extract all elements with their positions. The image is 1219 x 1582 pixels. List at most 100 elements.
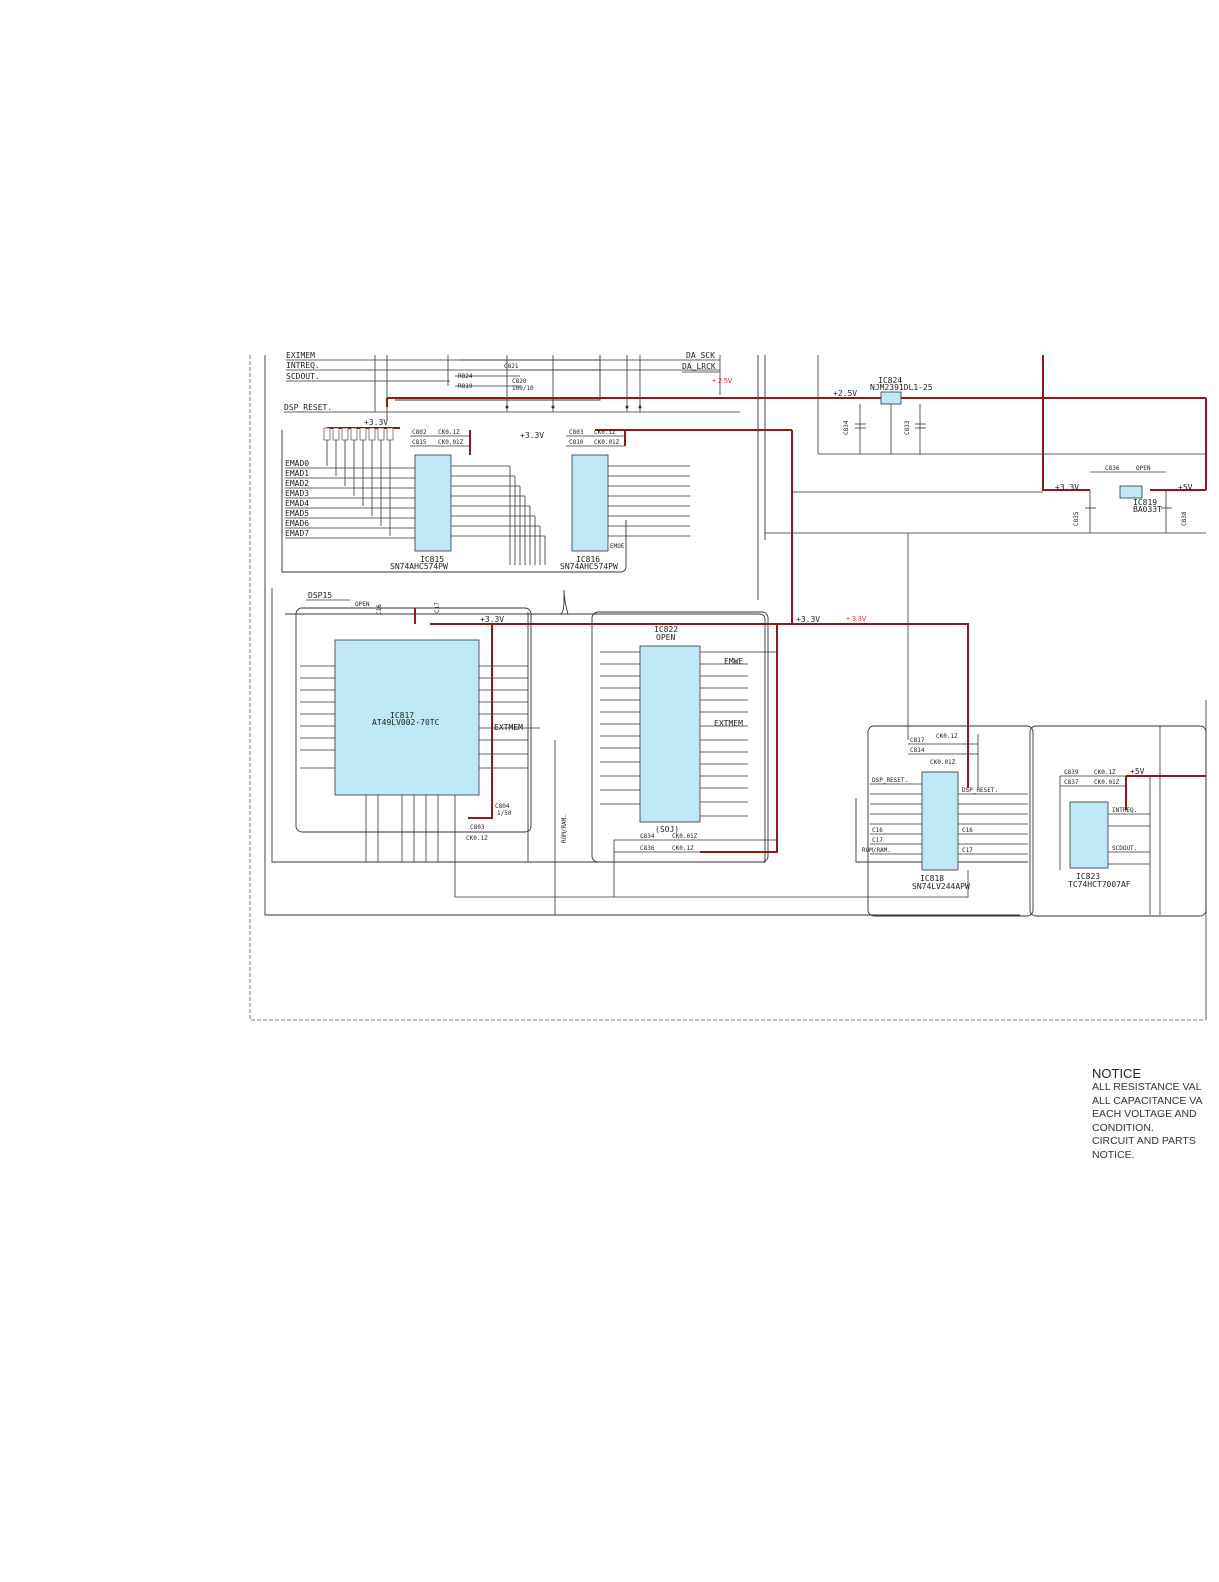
ic823-chip: IC823 TC74HCT7007AF C839 CK0.1Z C837 CK0… (1059, 769, 1150, 889)
svg-text:100/10: 100/10 (512, 385, 534, 392)
decoupling-caps-top: C802 CK0.1Z C815 CK0.01Z C803 CK0.1Z C81… (410, 429, 626, 447)
svg-text:OPEN: OPEN (355, 601, 370, 608)
svg-text:EMAD0: EMAD0 (285, 459, 309, 468)
svg-text:C16: C16 (376, 604, 383, 615)
svg-text:OPEN: OPEN (656, 633, 675, 642)
svg-text:SN74AHC574PW: SN74AHC574PW (560, 562, 618, 571)
rail-label-3v3-red: + 3.3V (846, 616, 867, 623)
svg-text:EMOE: EMOE (610, 543, 625, 550)
svg-text:BA033T: BA033T (1133, 505, 1162, 514)
svg-text:EMAD5: EMAD5 (285, 509, 309, 518)
svg-text:CK0.1Z: CK0.1Z (1094, 769, 1116, 776)
svg-text:CK0.01Z: CK0.01Z (438, 439, 464, 446)
svg-text:SN74LV244APW: SN74LV244APW (912, 882, 970, 891)
net-rom-ram-v: ROM/RAM. (561, 814, 568, 843)
regulator-ic819: IC819 BA033T C836 OPEN C835 C838 (765, 465, 1206, 534)
svg-text:C835: C835 (1073, 511, 1080, 526)
svg-text:C804: C804 (495, 803, 510, 810)
svg-text:CK0.01Z: CK0.01Z (1094, 779, 1120, 786)
rail-label-3v3-a: +3.3V (364, 418, 388, 427)
svg-text:CK0.01Z: CK0.01Z (672, 833, 698, 840)
net-dsp15: DSP15 (308, 591, 332, 600)
net-extmem-b: EXTMEM (714, 719, 743, 728)
svg-text:C17: C17 (434, 602, 441, 613)
svg-text:C837: C837 (1064, 779, 1079, 786)
svg-text:C16: C16 (872, 827, 883, 834)
rail-label-2v5: +2.5V (833, 389, 857, 398)
svg-text:C834: C834 (640, 833, 655, 840)
net-da-lrck: DA_LRCK (682, 362, 716, 371)
net-intreq: INTREQ. (286, 361, 320, 370)
resistor-array-emad (323, 427, 394, 536)
svg-text:C821: C821 (504, 363, 519, 370)
notice-line: ALL RESISTANCE VAL (1092, 1081, 1202, 1093)
notice-line: EACH VOLTAGE AND (1092, 1108, 1197, 1120)
ic815-chip: IC815 SN74AHC574PW (390, 454, 452, 571)
ic822-left-pins (600, 651, 640, 805)
notice-line: CIRCUIT AND PARTS (1092, 1135, 1196, 1147)
svg-text:CK0.1Z: CK0.1Z (466, 835, 488, 842)
svg-text:EMAD6: EMAD6 (285, 519, 309, 528)
svg-text:C814: C814 (910, 747, 925, 754)
rail-label-5v-b: +5V (1130, 767, 1145, 776)
svg-text:C820: C820 (512, 378, 527, 385)
ic817-bottom-bus (365, 795, 439, 862)
ic818-out-dsp-reset: DSP_RESET. (962, 787, 998, 794)
svg-text:C836: C836 (640, 845, 655, 852)
net-dsp-reset: DSP_RESET. (284, 403, 332, 412)
svg-text:1/50: 1/50 (497, 810, 512, 817)
schematic-diagram: EXIMEM INTREQ. SCDOUT. DSP_RESET. C821 C… (249, 351, 1207, 1021)
svg-text:C17: C17 (872, 837, 883, 844)
net-scdout: SCDOUT. (286, 372, 320, 381)
svg-text:R819: R819 (458, 383, 473, 390)
svg-text:C810: C810 (569, 439, 584, 446)
svg-text:EMAD2: EMAD2 (285, 479, 309, 488)
svg-text:CK0.1Z: CK0.1Z (672, 845, 694, 852)
regulator-ic824: IC824 NJM2391DL1-25 C834 C833 (817, 355, 1206, 455)
ic822-sram-chip: IC822 OPEN (SOJ) (639, 625, 701, 834)
rail-label-5v-a: +5V (1178, 483, 1193, 492)
svg-text:CK0.1Z: CK0.1Z (936, 733, 958, 740)
svg-text:C838: C838 (1181, 511, 1188, 526)
svg-text:EMAD3: EMAD3 (285, 489, 309, 498)
svg-text:CK0.1Z: CK0.1Z (438, 429, 460, 436)
ic823-scdout: SCDOUT. (1112, 845, 1137, 852)
svg-text:C803: C803 (470, 824, 485, 831)
notice-block: NOTICE ALL RESISTANCE VAL ALL CAPACITANC… (1092, 1066, 1219, 1162)
svg-text:C834: C834 (843, 420, 850, 435)
resistor-cluster-top: C821 C820 100/10 R824 R819 (455, 359, 720, 392)
rail-label-3v3-e: +3.3V (796, 615, 820, 624)
sram-decoupling: C834 CK0.01Z C836 CK0.1Z (613, 833, 777, 897)
svg-text:AT49LV002-70TC: AT49LV002-70TC (372, 718, 440, 727)
notice-line: ALL CAPACITANCE VA (1092, 1094, 1203, 1107)
svg-text:CK0.01Z: CK0.01Z (930, 759, 956, 766)
ic816-chip: IC816 SN74AHC574PW EMOE (560, 454, 625, 571)
svg-text:C16: C16 (962, 827, 973, 834)
net-eximem: EXIMEM (286, 351, 315, 360)
svg-text:EMAD7: EMAD7 (285, 529, 309, 538)
notice-line: NOTICE. (1092, 1148, 1135, 1161)
rail-label-3v3-b: +3.3V (520, 431, 544, 440)
ic817-flash-chip: IC817 AT49LV002-70TC (334, 639, 480, 796)
svg-text:OPEN: OPEN (1136, 465, 1151, 472)
emad-bus-left: EMAD0 EMAD1 EMAD2 EMAD3 EMAD4 EMAD5 EMAD… (285, 459, 415, 539)
svg-text:CK0.01Z: CK0.01Z (594, 439, 620, 446)
rail-label-2v5-red: + 2.5V (712, 378, 733, 385)
svg-text:TC74HCT7007AF: TC74HCT7007AF (1068, 880, 1131, 889)
net-da-sck: DA_SCK (686, 351, 715, 360)
ic818-in-dsp-reset: DSP_RESET. (872, 777, 908, 784)
ic815-resistors (451, 465, 545, 537)
svg-text:C836: C836 (1105, 465, 1120, 472)
notice-line: CONDITION. (1092, 1121, 1154, 1134)
svg-text:C839: C839 (1064, 769, 1079, 776)
svg-text:C815: C815 (412, 439, 427, 446)
ic818-in-rom-ram: ROM/RAM. (862, 847, 891, 854)
svg-text:C803: C803 (569, 429, 584, 436)
rail-label-3v3-c: +3.3V (1055, 483, 1079, 492)
svg-text:C817: C817 (910, 737, 925, 744)
notice-title: NOTICE (1092, 1066, 1142, 1081)
svg-text:NJM2391DL1-25: NJM2391DL1-25 (870, 383, 933, 392)
svg-text:C833: C833 (904, 420, 911, 435)
net-extmem-a: EXTMEM (494, 723, 523, 732)
svg-text:CK0.1Z: CK0.1Z (594, 429, 616, 436)
